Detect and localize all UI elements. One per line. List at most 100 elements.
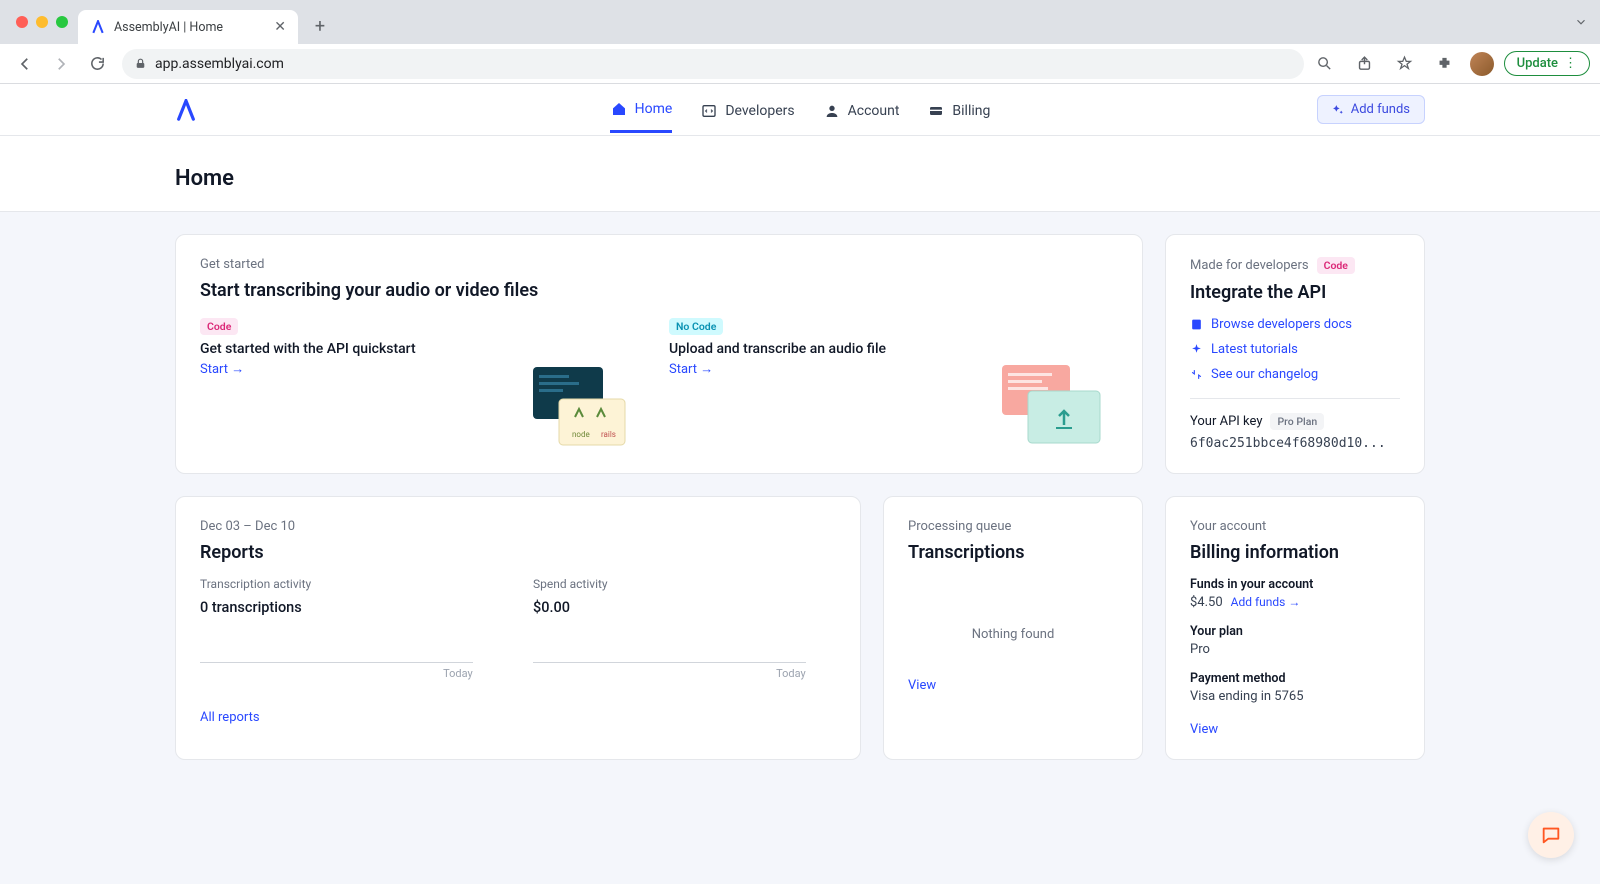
app-header: Home Developers Account Billing Add fund…: [0, 84, 1600, 136]
code-badge: Code: [200, 318, 238, 335]
add-funds-label: Add funds: [1351, 102, 1410, 117]
add-funds-button[interactable]: Add funds: [1317, 95, 1425, 124]
tabs-dropdown-icon[interactable]: [1574, 15, 1588, 29]
card-label: Get started: [200, 257, 1118, 272]
nav-home[interactable]: Home: [610, 86, 673, 133]
extensions-icon[interactable]: [1430, 49, 1460, 79]
tab-strip: AssemblyAI | Home ✕ +: [0, 0, 1600, 44]
payment-label: Payment method: [1190, 671, 1400, 686]
card-title: Start transcribing your audio or video f…: [200, 280, 1118, 301]
plan-label: Your plan: [1190, 624, 1400, 639]
tab-title: AssemblyAI | Home: [114, 20, 266, 35]
nav-label: Developers: [725, 103, 794, 119]
quickstart-option[interactable]: Code Get started with the API quickstart…: [200, 315, 649, 445]
card-label: Made for developers Code: [1190, 257, 1400, 274]
new-tab-button[interactable]: +: [306, 12, 334, 40]
url-text: app.assemblyai.com: [155, 56, 284, 72]
metric-label: Transcription activity: [200, 577, 503, 591]
svg-text:node: node: [572, 430, 590, 439]
metric-value: 0 transcriptions: [200, 599, 503, 616]
code-icon: [700, 102, 718, 120]
kebab-icon: ⋮: [1564, 56, 1577, 71]
billing-card: Your account Billing information Funds i…: [1165, 496, 1425, 760]
card-icon: [927, 102, 945, 120]
add-funds-link[interactable]: Add funds →: [1231, 595, 1301, 609]
tutorials-link[interactable]: Latest tutorials: [1190, 342, 1400, 357]
view-link[interactable]: View: [1190, 722, 1218, 737]
main-nav: Home Developers Account Billing: [610, 86, 991, 133]
api-key-value[interactable]: 6f0ac251bbce4f68980d10...: [1190, 436, 1400, 451]
profile-avatar[interactable]: [1470, 52, 1494, 76]
code-illustration: node rails: [529, 361, 639, 451]
option-title: Upload and transcribe an audio file: [669, 341, 1118, 357]
page-title: Home: [175, 166, 1425, 191]
integrate-api-card: Made for developers Code Integrate the A…: [1165, 234, 1425, 474]
get-started-card: Get started Start transcribing your audi…: [175, 234, 1143, 474]
page-title-bar: Home: [0, 136, 1600, 212]
window-minimize[interactable]: [36, 16, 48, 28]
window-close[interactable]: [16, 16, 28, 28]
window-zoom[interactable]: [56, 16, 68, 28]
card-title: Integrate the API: [1190, 282, 1400, 303]
browser-tab[interactable]: AssemblyAI | Home ✕: [78, 10, 298, 44]
update-button[interactable]: Update ⋮: [1504, 51, 1590, 76]
empty-state: Nothing found: [908, 577, 1118, 672]
docs-link[interactable]: Browse developers docs: [1190, 317, 1400, 332]
browser-chrome: AssemblyAI | Home ✕ + app.assemblyai.com…: [0, 0, 1600, 84]
all-reports-link[interactable]: All reports: [200, 710, 260, 725]
address-bar[interactable]: app.assemblyai.com: [122, 49, 1304, 79]
spend-activity: Spend activity $0.00 Today: [533, 577, 836, 680]
traffic-lights: [10, 16, 68, 28]
star-icon[interactable]: [1390, 49, 1420, 79]
plan-value: Pro: [1190, 642, 1400, 657]
nav-billing[interactable]: Billing: [927, 86, 990, 133]
plan-badge: Pro Plan: [1270, 413, 1324, 430]
divider: [1190, 398, 1400, 399]
nav-label: Account: [848, 103, 900, 119]
update-label: Update: [1517, 56, 1558, 71]
chart-x-label: Today: [200, 667, 473, 680]
nav-account[interactable]: Account: [823, 86, 900, 133]
favicon-icon: [90, 19, 106, 35]
chart-x-label: Today: [533, 667, 806, 680]
payment-value: Visa ending in 5765: [1190, 689, 1400, 704]
card-title: Reports: [200, 542, 836, 563]
home-icon: [610, 100, 628, 118]
card-title: Transcriptions: [908, 542, 1118, 563]
card-label: Your account: [1190, 519, 1400, 534]
nav-label: Home: [635, 101, 673, 117]
nav-label: Billing: [952, 103, 990, 119]
zoom-icon[interactable]: [1310, 49, 1340, 79]
nocode-badge: No Code: [669, 318, 723, 335]
brand-logo[interactable]: [175, 99, 197, 121]
chat-fab[interactable]: [1528, 812, 1574, 858]
lock-icon: [134, 57, 147, 70]
forward-button[interactable]: [46, 49, 76, 79]
option-title: Get started with the API quickstart: [200, 341, 649, 357]
changelog-link[interactable]: See our changelog: [1190, 367, 1400, 382]
person-icon: [823, 102, 841, 120]
chart-axis: [533, 662, 806, 663]
metric-value: $0.00: [533, 599, 836, 616]
card-label: Processing queue: [908, 519, 1118, 534]
upload-illustration: [998, 361, 1108, 451]
reload-button[interactable]: [82, 49, 112, 79]
svg-text:rails: rails: [601, 430, 616, 439]
share-icon[interactable]: [1350, 49, 1380, 79]
sparkle-icon: [1190, 343, 1203, 356]
nav-developers[interactable]: Developers: [700, 86, 794, 133]
funds-value: $4.50: [1190, 595, 1223, 610]
upload-option[interactable]: No Code Upload and transcribe an audio f…: [669, 315, 1118, 445]
api-key-label: Your API key Pro Plan: [1190, 413, 1400, 430]
main-content: Get started Start transcribing your audi…: [175, 212, 1425, 782]
code-badge: Code: [1317, 257, 1355, 274]
close-icon[interactable]: ✕: [274, 19, 286, 35]
sparkle-icon: [1332, 103, 1345, 116]
changelog-icon: [1190, 368, 1203, 381]
chat-icon: [1540, 824, 1562, 846]
view-link[interactable]: View: [908, 678, 936, 693]
transcription-activity: Transcription activity 0 transcriptions …: [200, 577, 503, 680]
processing-queue-card: Processing queue Transcriptions Nothing …: [883, 496, 1143, 760]
funds-label: Funds in your account: [1190, 577, 1400, 592]
back-button[interactable]: [10, 49, 40, 79]
